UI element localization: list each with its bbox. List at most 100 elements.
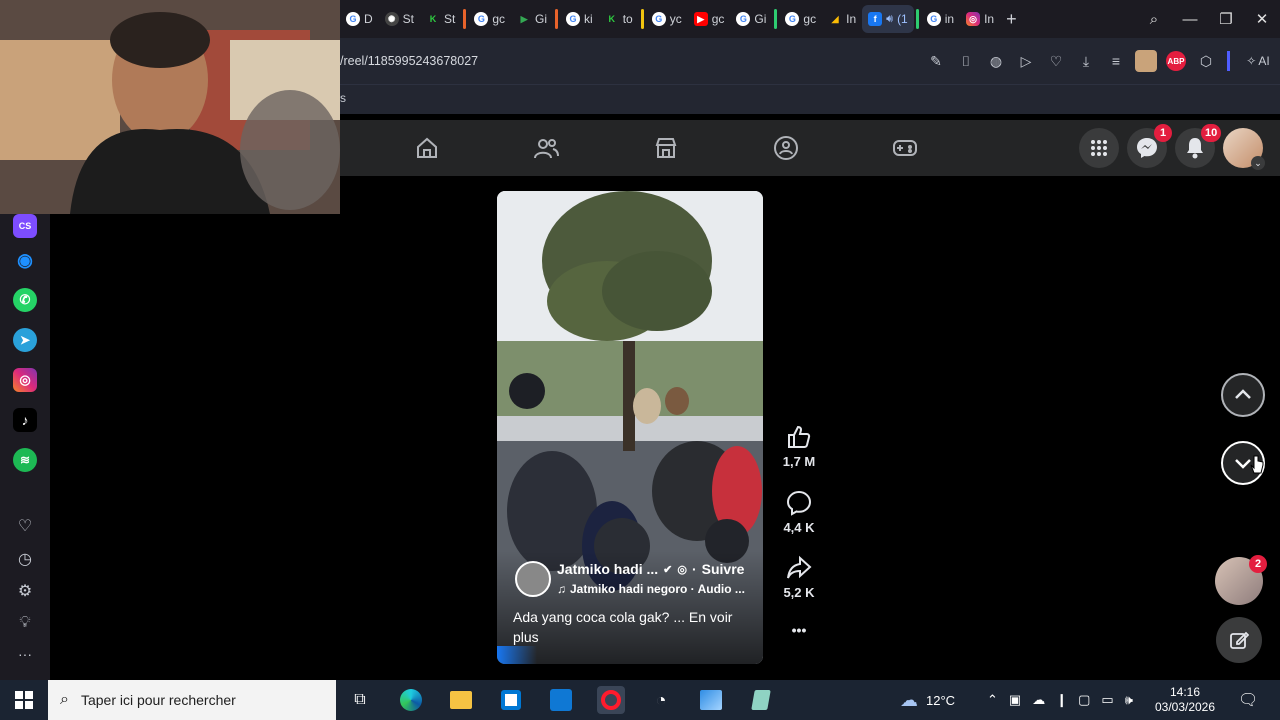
browser-tab[interactable]: Ggc: [779, 5, 822, 33]
minimize-button[interactable]: —: [1172, 0, 1208, 38]
chevron-up-icon[interactable]: ⌃: [987, 692, 998, 708]
new-tab-button[interactable]: +: [1000, 5, 1023, 33]
browser-tab[interactable]: Kto: [599, 5, 639, 33]
bookmarks-bar: s: [340, 84, 1280, 114]
lightbulb-icon[interactable]: 💡︎: [13, 611, 37, 635]
author-name[interactable]: Jatmiko hadi ...: [557, 561, 658, 577]
instagram-icon: ◎: [966, 12, 981, 26]
browser-tab[interactable]: K St: [420, 5, 461, 33]
browser-tab[interactable]: GD: [340, 5, 379, 33]
file-explorer-icon[interactable]: [447, 686, 475, 714]
restore-button[interactable]: ❐: [1208, 0, 1244, 38]
browser-tab[interactable]: ▶ Gi: [511, 5, 553, 33]
download-icon[interactable]: ⤓: [1071, 46, 1101, 76]
taskbar-search-placeholder: Taper ici pour rechercher: [80, 692, 236, 708]
notepad-icon[interactable]: [747, 686, 775, 714]
edit-icon[interactable]: ✎: [921, 46, 951, 76]
settings-icon[interactable]: ⚙: [13, 579, 37, 603]
abp-extension-icon[interactable]: ABP: [1161, 46, 1191, 76]
battery-icon[interactable]: ▭: [1101, 692, 1113, 708]
browser-tab[interactable]: ◢ In: [822, 5, 862, 33]
comment-icon: [786, 490, 812, 516]
telegram-icon[interactable]: ➤: [13, 328, 37, 352]
store-icon[interactable]: [497, 686, 525, 714]
friends-icon[interactable]: [532, 134, 560, 162]
like-count: 1,7 M: [782, 454, 816, 469]
browser-tab[interactable]: ◎ In: [960, 5, 1000, 33]
new-message-button[interactable]: [1216, 617, 1262, 663]
ads-icon: ◢: [831, 13, 839, 24]
groups-icon[interactable]: [772, 134, 800, 162]
tiktok-icon[interactable]: ♪: [13, 408, 37, 432]
device-icon[interactable]: ▣: [1009, 692, 1021, 708]
account-avatar[interactable]: ⌄: [1223, 128, 1265, 170]
close-window-button[interactable]: ✕: [1244, 0, 1280, 38]
weather-widget[interactable]: ☁ 12°C: [900, 680, 955, 720]
browser-tab[interactable]: ✺ St: [379, 5, 420, 33]
browser-tab[interactable]: Gin: [921, 5, 960, 33]
marketplace-icon[interactable]: [652, 134, 680, 162]
edge-icon[interactable]: [397, 686, 425, 714]
profile-avatar[interactable]: [1131, 46, 1161, 76]
search-tabs-icon[interactable]: ⌕: [1136, 0, 1172, 38]
display-icon[interactable]: ▢: [1078, 692, 1090, 708]
verified-icon: ✔: [663, 563, 673, 576]
follow-button[interactable]: Suivre: [702, 561, 745, 577]
instagram-sidebar-icon[interactable]: ◎: [13, 368, 37, 392]
bell-icon: [1187, 138, 1203, 159]
task-view-icon[interactable]: ⧉: [346, 686, 374, 714]
browser-tab[interactable]: G Gi: [730, 5, 772, 33]
author-avatar[interactable]: [515, 561, 551, 597]
more-icon[interactable]: ···: [13, 642, 37, 666]
heart-icon[interactable]: ♡: [1041, 46, 1071, 76]
heart-icon[interactable]: ♡: [13, 514, 37, 538]
photo-app-icon[interactable]: [697, 686, 725, 714]
tab-group-marker: [915, 9, 919, 29]
browser-tab[interactable]: Ggc: [468, 5, 511, 33]
extension-cube-icon[interactable]: ⬡: [1191, 46, 1221, 76]
notification-center-icon[interactable]: 🗨︎: [1238, 680, 1258, 720]
whatsapp-icon[interactable]: ✆: [13, 288, 37, 312]
volume-icon[interactable]: 🕪︎: [1125, 692, 1133, 708]
address-bar-row: /reel/1185995243678027 ✎ ⌷ ◍ ▷ ♡ ⤓ ≡ ABP…: [340, 38, 1280, 84]
menu-icon[interactable]: ≡: [1101, 46, 1131, 76]
reel-video[interactable]: Jatmiko hadi ... ✔ ◎ · Suivre ♫ Jatmiko …: [497, 191, 763, 664]
browser-tab-active[interactable]: f 🔊︎ (1: [862, 5, 914, 33]
comment-action[interactable]: 4,4 K: [779, 490, 819, 535]
opera-icon[interactable]: [597, 686, 625, 714]
google-icon: G: [474, 12, 489, 26]
windows-start-button[interactable]: [10, 686, 38, 714]
browser-tab[interactable]: ▶ gc: [688, 5, 731, 33]
share-action[interactable]: 5,2 K: [779, 555, 819, 600]
cs-extension-icon[interactable]: CS: [13, 214, 37, 238]
speedometer-icon[interactable]: ◔: [647, 686, 675, 714]
like-action[interactable]: 1,7 M: [779, 424, 819, 469]
cloud-sync-icon[interactable]: ☁: [1032, 692, 1045, 708]
home-icon[interactable]: [413, 134, 441, 162]
more-options-button[interactable]: •••: [779, 622, 819, 638]
browser-tab[interactable]: Gyc: [646, 5, 688, 33]
messenger-sidebar-icon[interactable]: ◉: [13, 248, 37, 272]
history-icon[interactable]: ◷: [13, 547, 37, 571]
browser-tab[interactable]: Gki: [560, 5, 599, 33]
mail-icon[interactable]: [547, 686, 575, 714]
gaming-icon[interactable]: [891, 134, 919, 162]
url-field[interactable]: /reel/1185995243678027: [340, 54, 921, 68]
camera-icon[interactable]: ⌷: [951, 46, 981, 76]
previous-reel-button[interactable]: [1221, 373, 1265, 417]
vpn-icon[interactable]: ◍: [981, 46, 1011, 76]
ai-button[interactable]: ✧ AI: [1236, 46, 1280, 76]
spotify-icon[interactable]: ≋: [13, 448, 37, 472]
play-icon[interactable]: ▷: [1011, 46, 1041, 76]
clock[interactable]: 14:16 03/03/2026: [1150, 680, 1220, 720]
messenger-icon: [1137, 138, 1157, 158]
share-count: 5,2 K: [783, 585, 815, 600]
taskbar-search-box[interactable]: ⌕ Taper ici pour rechercher: [48, 680, 336, 720]
microphone-icon[interactable]: ❙: [1056, 692, 1067, 708]
system-tray: ⌃ ▣ ☁ ❙ ▢ ▭ 🕪︎: [987, 680, 1133, 720]
menu-grid-button[interactable]: [1079, 128, 1119, 168]
audio-row[interactable]: ♫ Jatmiko hadi negoro · Audio ...: [557, 582, 745, 596]
progress-accent: [497, 646, 537, 664]
reel-caption[interactable]: Ada yang coca cola gak? ... En voir plus: [513, 607, 753, 647]
compose-icon: [1230, 631, 1249, 649]
